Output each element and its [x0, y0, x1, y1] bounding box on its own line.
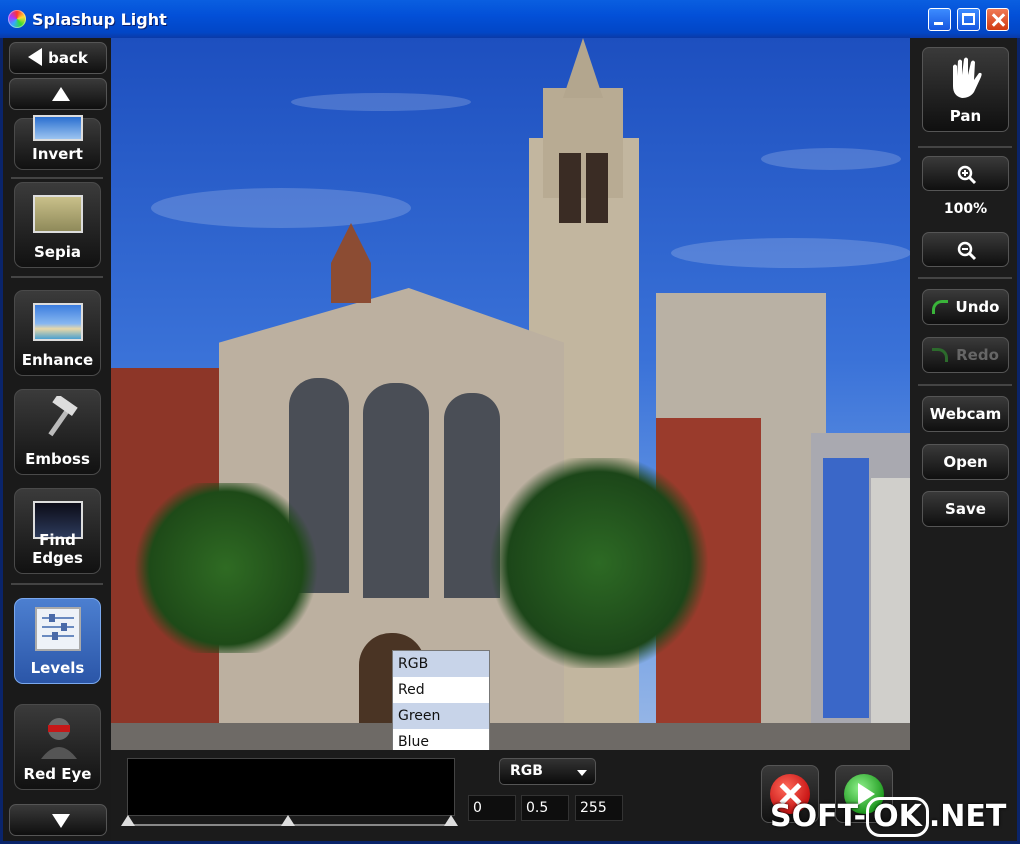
back-label: back [48, 49, 88, 67]
tool-emboss[interactable]: Emboss [14, 389, 101, 475]
scaffold-banner [823, 458, 869, 718]
building [871, 478, 911, 728]
channel-option-green[interactable]: Green [393, 703, 489, 729]
zoom-in-icon [957, 165, 977, 185]
tool-levels[interactable]: Levels [14, 598, 101, 684]
photo-canvas[interactable] [111, 38, 913, 750]
redo-button[interactable]: Redo [922, 337, 1009, 373]
tool-enhance[interactable]: Enhance [14, 290, 101, 376]
channel-select[interactable]: RGB [499, 758, 596, 785]
white-point-handle[interactable] [444, 815, 458, 826]
tools-panel: back Invert Sepia Enhance Emboss Find Ed… [3, 38, 111, 841]
watermark: SOFT- OK .NET [770, 793, 1014, 841]
divider [918, 146, 1012, 148]
scroll-down-button[interactable] [9, 804, 107, 836]
church-window [363, 383, 429, 598]
tool-label: Emboss [25, 450, 90, 468]
zoom-level: 100% [943, 201, 988, 217]
divider [11, 177, 103, 179]
hammer-icon [48, 396, 78, 437]
channel-dropdown-list: RGB Red Green Blue [392, 650, 490, 757]
channel-option-red[interactable]: Red [393, 677, 489, 703]
redo-arrow-icon [932, 348, 949, 362]
webcam-button[interactable]: Webcam [922, 396, 1009, 432]
window-title: Splashup Light [32, 10, 167, 29]
pan-button[interactable]: Pan [922, 47, 1009, 132]
red-eye-person-icon [41, 718, 77, 759]
app-frame: back Invert Sepia Enhance Emboss Find Ed… [3, 38, 1017, 841]
tool-invert[interactable]: Invert [14, 115, 101, 170]
title-bar: Splashup Light [0, 0, 1020, 38]
dropdown-arrow-icon [577, 770, 587, 776]
maximize-icon [962, 13, 975, 25]
cloud [151, 188, 411, 228]
tool-label: Levels [30, 659, 85, 677]
divider [11, 276, 103, 278]
close-window-button[interactable] [986, 8, 1009, 31]
channel-select-value: RGB [510, 763, 543, 779]
white-point-input[interactable]: 255 [575, 795, 623, 821]
divider [918, 277, 1012, 279]
tool-red-eye[interactable]: Red Eye [14, 704, 101, 790]
minimize-button[interactable] [928, 8, 951, 31]
tool-label: Red Eye [23, 765, 92, 783]
arrow-up-icon [52, 87, 70, 101]
tower-top [543, 88, 623, 198]
zoom-out-button[interactable] [922, 232, 1009, 267]
invert-thumb-icon [33, 115, 83, 141]
tool-label: Invert [32, 145, 83, 163]
levels-sliders-icon [35, 607, 81, 651]
undo-arrow-icon [931, 300, 948, 314]
back-arrow-icon [28, 48, 43, 66]
tree [489, 458, 709, 668]
minimize-icon [934, 22, 943, 25]
gamma-input[interactable]: 0.5 [521, 795, 569, 821]
back-button[interactable]: back [9, 42, 107, 74]
save-button[interactable]: Save [922, 491, 1009, 527]
cloud [671, 238, 911, 268]
black-point-handle[interactable] [121, 815, 135, 826]
tool-find-edges[interactable]: Find Edges [14, 488, 101, 574]
church-belfry [331, 223, 371, 303]
channel-option-rgb[interactable]: RGB [393, 651, 489, 677]
open-button[interactable]: Open [922, 444, 1009, 480]
tower-spire [563, 38, 603, 98]
gamma-handle[interactable] [281, 815, 295, 826]
zoom-in-button[interactable] [922, 156, 1009, 191]
cloud [291, 93, 471, 111]
divider [918, 384, 1012, 386]
hand-icon [953, 57, 982, 98]
divider [11, 583, 103, 585]
black-point-input[interactable]: 0 [468, 795, 516, 821]
splashup-icon [8, 10, 26, 28]
street [111, 723, 913, 750]
arrow-down-icon [52, 814, 70, 828]
undo-button[interactable]: Undo [922, 289, 1009, 325]
actions-panel: Pan 100% Undo Redo Webcam Open Save [910, 38, 1017, 841]
pan-label: Pan [949, 107, 982, 125]
maximize-button[interactable] [957, 8, 980, 31]
enhance-thumb-icon [33, 303, 83, 341]
levels-histogram [127, 758, 455, 816]
tool-label: Enhance [21, 351, 94, 369]
tool-label: Sepia [34, 243, 81, 261]
tool-label: Find Edges [32, 531, 83, 567]
redo-label: Redo [956, 346, 999, 364]
tool-sepia[interactable]: Sepia [14, 182, 101, 268]
cloud [761, 148, 901, 170]
undo-label: Undo [955, 298, 1000, 316]
tree [131, 483, 321, 653]
sepia-thumb-icon [33, 195, 83, 233]
zoom-out-icon [957, 241, 977, 261]
scroll-up-button[interactable] [9, 78, 107, 110]
